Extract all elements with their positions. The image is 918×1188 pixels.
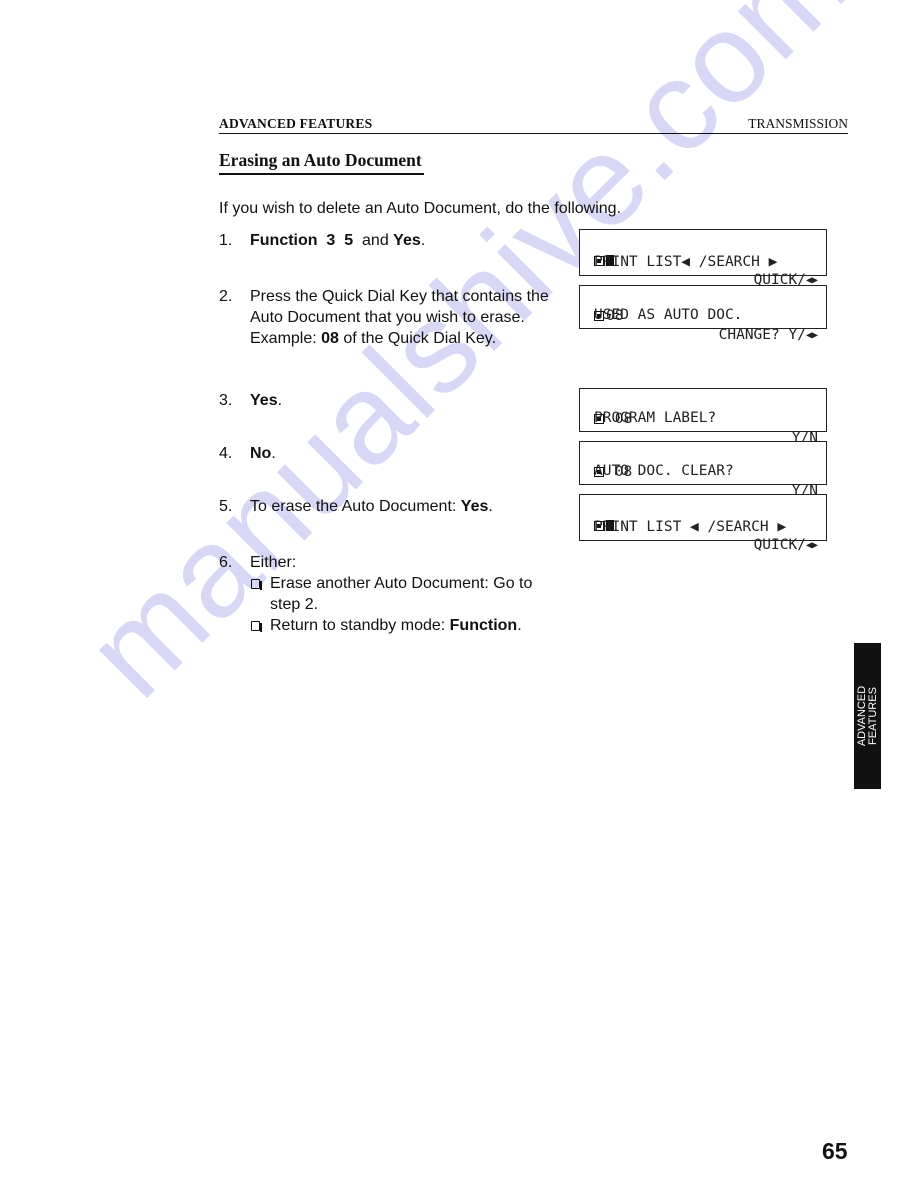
step-number: 2. — [219, 288, 233, 305]
step-number: 5. — [219, 498, 233, 515]
key-yes: Yes — [460, 498, 489, 515]
key-function-3-5: Function 3 5 — [250, 232, 354, 249]
step-text: Press the Quick Dial Key that contains t… — [250, 288, 549, 326]
key-function: Function — [449, 617, 518, 634]
lcd-line-2: PRINT LIST◀ /SEARCH ▶ — [594, 254, 778, 270]
running-header: ADVANCED FEATURES TRANSMISSION — [219, 116, 848, 134]
step-content: To erase the Auto Document: Yes. — [250, 498, 493, 515]
option-erase-another: Erase another Auto Document: Go to step … — [250, 573, 550, 615]
step-text: Either: — [250, 554, 297, 571]
lcd-line-2: PRINT LIST ◀ /SEARCH ▶ — [594, 519, 787, 535]
step-content: Function 3 5 and Yes. — [250, 232, 426, 249]
step-content: Either: Erase another Auto Document: Go … — [250, 552, 550, 636]
header-section: ADVANCED FEATURES — [219, 116, 373, 131]
page-number: 65 — [822, 1138, 848, 1164]
checkbox-icon — [251, 579, 262, 590]
step-content: No. — [250, 445, 276, 462]
left-right-arrows-icon: ◀▶ — [805, 330, 818, 341]
lcd-line-2: USED AS AUTO DOC. — [594, 307, 743, 323]
chapter-side-tab: ADVANCED FEATURES — [854, 643, 881, 789]
quick-dial-key-08: 08 — [321, 330, 339, 347]
lcd-line-2: AUTO DOC. CLEAR? — [594, 463, 734, 479]
step-content: Yes. — [250, 392, 283, 409]
left-right-arrows-icon: ◀▶ — [805, 540, 818, 551]
intro-text: If you wish to delete an Auto Document, … — [219, 200, 622, 217]
step-number: 4. — [219, 445, 233, 462]
step-number: 1. — [219, 232, 233, 249]
section-title: Erasing an Auto Document — [219, 150, 424, 175]
step-content: Press the Quick Dial Key that contains t… — [250, 288, 549, 347]
step-number: 3. — [219, 392, 233, 409]
key-yes: Yes — [393, 232, 421, 249]
lcd-line-2: PROGRAM LABEL? — [594, 410, 717, 426]
step-number: 6. — [219, 554, 233, 571]
checkbox-icon — [251, 621, 262, 632]
lcd-display-1: QUICK/◀▶ PRINT LIST◀ /SEARCH ▶ — [579, 229, 827, 288]
lcd-display-3: 08 Y/N PROGRAM LABEL? — [579, 388, 827, 446]
key-yes: Yes — [250, 392, 278, 409]
option-return-standby: Return to standby mode: Function. — [250, 615, 550, 636]
header-chapter: TRANSMISSION — [748, 116, 848, 131]
lcd-display-4: 08 Y/N AUTO DOC. CLEAR? — [579, 441, 827, 499]
key-no: No — [250, 445, 272, 462]
lcd-display-2: 08 CHANGE? Y/◀▶ USED AS AUTO DOC. — [579, 285, 827, 343]
lcd-display-5: QUICK/◀▶ PRINT LIST ◀ /SEARCH ▶ — [579, 494, 827, 553]
